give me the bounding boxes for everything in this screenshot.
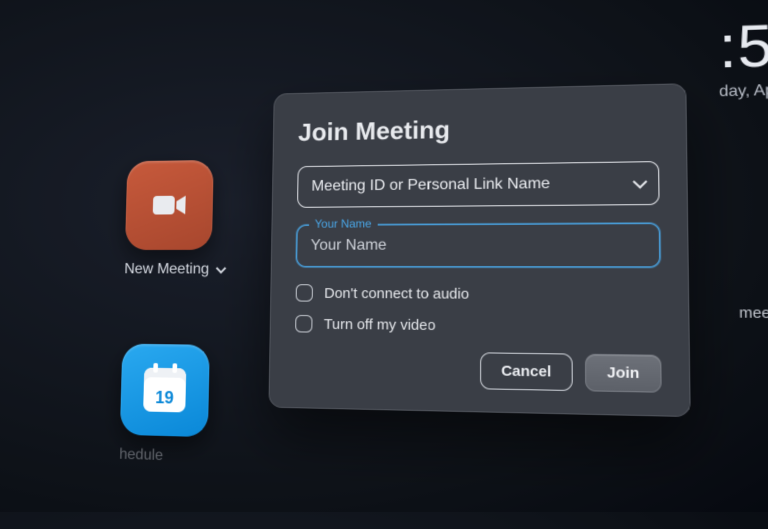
chevron-down-icon	[633, 175, 648, 189]
new-meeting-button[interactable]	[125, 160, 214, 250]
calendar-day-number: 19	[155, 388, 174, 408]
meeting-id-field[interactable]: Meeting ID or Personal Link Name	[297, 161, 660, 208]
turn-off-video-label: Turn off my video	[324, 316, 436, 334]
checkbox-icon[interactable]	[296, 284, 313, 301]
schedule-label-row: hedule	[119, 446, 258, 468]
calendar-icon: 19	[143, 368, 186, 413]
new-meeting-label: New Meeting	[124, 261, 209, 278]
new-meeting-label-row[interactable]: New Meeting	[124, 261, 261, 278]
video-camera-icon	[147, 183, 191, 228]
join-meeting-dialog: Join Meeting Meeting ID or Personal Link…	[268, 83, 690, 417]
your-name-float-label: Your Name	[309, 217, 377, 231]
clock-date: day, April 01	[719, 81, 768, 101]
dialog-title: Join Meeting	[298, 111, 659, 148]
dont-connect-audio-label: Don't connect to audio	[324, 285, 469, 302]
clock-time: :57	[718, 10, 768, 81]
cancel-button[interactable]: Cancel	[480, 352, 573, 391]
your-name-placeholder: Your Name	[311, 237, 387, 254]
join-button[interactable]: Join	[585, 354, 662, 393]
join-button-label: Join	[607, 364, 639, 382]
your-name-field[interactable]: Your Name Your Name	[296, 223, 660, 267]
schedule-label: hedule	[119, 446, 163, 465]
schedule-button[interactable]: 19	[120, 344, 210, 438]
meetings-today-text: meetings to	[739, 304, 768, 322]
meeting-id-placeholder: Meeting ID or Personal Link Name	[311, 175, 550, 195]
clock-widget: :57 day, April 01	[718, 10, 768, 101]
dont-connect-audio-row[interactable]: Don't connect to audio	[296, 284, 661, 304]
chevron-down-icon	[216, 263, 226, 274]
cancel-button-label: Cancel	[501, 363, 551, 381]
checkbox-icon[interactable]	[295, 315, 312, 333]
turn-off-video-row[interactable]: Turn off my video	[295, 315, 661, 336]
